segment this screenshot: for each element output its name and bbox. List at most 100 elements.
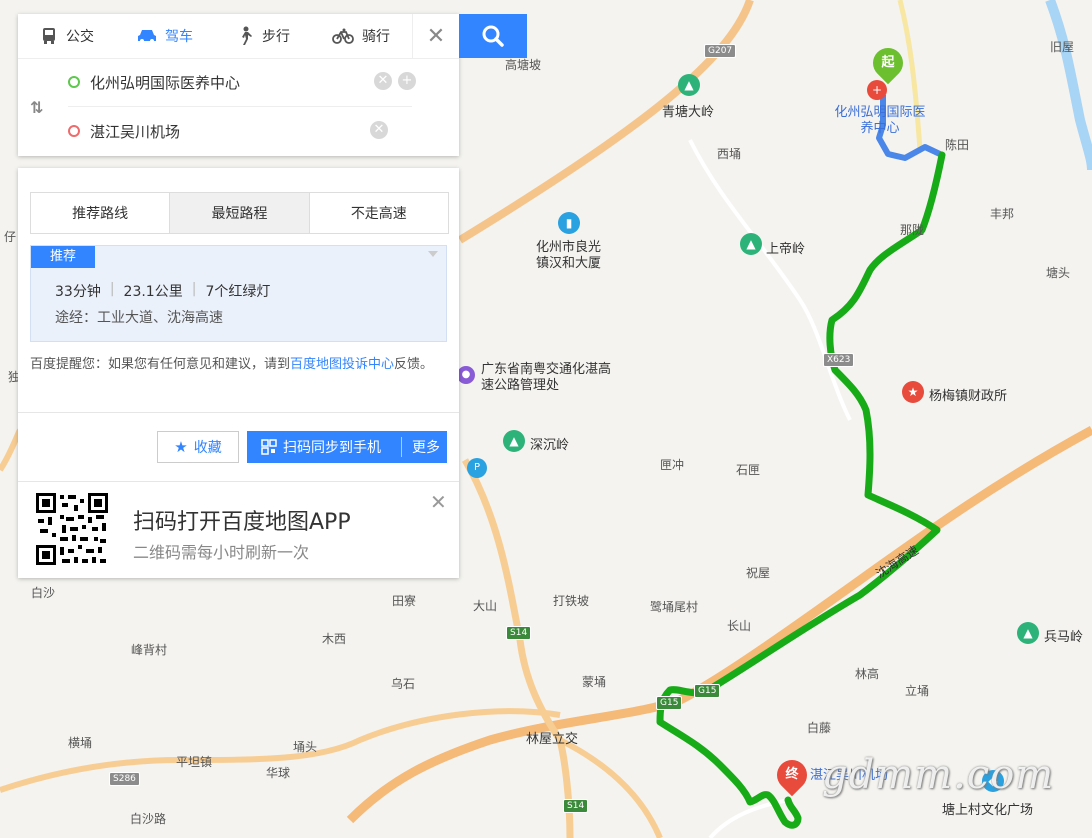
end-value: 湛江吴川机场	[90, 122, 181, 141]
building-icon[interactable]: ▮	[558, 212, 580, 234]
place-label: 深沉岭	[530, 438, 570, 453]
search-button[interactable]	[459, 14, 527, 58]
place-label: 旧屋	[1050, 40, 1075, 54]
place-label: 鹭埇尾村	[650, 600, 699, 614]
start-dot-icon	[68, 76, 80, 88]
place-label: 塘头	[1046, 266, 1071, 280]
tab-no-highway[interactable]: 不走高速	[310, 193, 448, 233]
app-promo-title: 扫码打开百度地图APP	[133, 510, 351, 535]
tab-bike-label: 骑行	[362, 29, 390, 45]
recommended-badge: 推荐	[31, 246, 95, 268]
start-label: 化州弘明国际医养中心	[834, 105, 926, 136]
car-icon	[138, 30, 156, 43]
traffic-lights: 7个红绿灯	[205, 284, 271, 300]
place-label: 那陇	[900, 223, 925, 237]
route-result-panel: 推荐路线 最短路程 不走高速 推荐 33分钟 | 23.1公里 | 7个红绿灯 …	[18, 168, 459, 578]
road-shield: S14	[506, 626, 532, 640]
place-label: 平坦镇	[176, 755, 213, 769]
close-icon[interactable]: ✕	[412, 14, 459, 58]
road-shield: G15	[656, 696, 683, 710]
expand-chevron-icon[interactable]	[428, 251, 438, 257]
start-marker[interactable]: 起	[866, 41, 910, 85]
tab-walk[interactable]: 步行	[214, 26, 312, 46]
tab-bus-label: 公交	[66, 29, 94, 45]
walk-icon	[242, 26, 252, 45]
end-marker[interactable]: 终	[770, 753, 814, 797]
road-shield: G15	[694, 684, 721, 698]
route-summary-card[interactable]: 推荐 33分钟 | 23.1公里 | 7个红绿灯 途经：工业大道、沈海高速	[30, 245, 447, 342]
place-label: 林高	[855, 667, 880, 681]
place-label: 乌石	[391, 677, 416, 691]
divider	[18, 412, 459, 413]
mountain-icon[interactable]: ▲	[678, 74, 700, 96]
place-label: 大山	[473, 599, 498, 613]
place-label: 塘上村文化广场	[942, 803, 1034, 818]
place-label: 仔	[4, 230, 17, 244]
tab-walk-label: 步行	[262, 29, 290, 45]
distance: 23.1公里	[123, 284, 183, 300]
route-options-tabs: 推荐路线 最短路程 不走高速	[30, 192, 449, 234]
place-label: 打铁坡	[553, 594, 590, 608]
watermark: gdmm.com	[822, 752, 1055, 798]
place-label: 立埇	[905, 684, 930, 698]
place-label: 石匣	[736, 463, 761, 477]
tab-bike[interactable]: 骑行	[312, 26, 410, 46]
qr-scan-icon	[261, 439, 277, 455]
mountain-icon[interactable]: ▲	[1017, 622, 1039, 644]
end-dot-icon	[68, 125, 80, 137]
tab-shortest[interactable]: 最短路程	[170, 193, 310, 233]
tab-bus[interactable]: 公交	[18, 26, 116, 46]
place-label: 白沙	[31, 586, 56, 600]
government-icon[interactable]: ★	[902, 381, 924, 403]
tab-drive[interactable]: 驾车	[116, 26, 214, 46]
tab-drive-label: 驾车	[165, 29, 193, 45]
place-label: 木西	[322, 632, 347, 646]
via-roads: 途经：工业大道、沈海高速	[55, 310, 223, 326]
place-label: 西埇	[717, 147, 742, 161]
swap-route-icon[interactable]: ⇅	[30, 98, 43, 117]
star-icon: ★	[174, 438, 188, 456]
road-shield: G207	[704, 44, 737, 58]
tab-recommended[interactable]: 推荐路线	[31, 193, 171, 233]
route-search-panel: 公交 驾车 步行 骑行 ✕ ⇅ 化州弘明国际医养中心 ✕ + 湛江吴川机场 ✕	[18, 14, 459, 156]
place-label: 林屋立交	[526, 732, 579, 747]
complaint-center-link[interactable]: 百度地图投诉中心	[290, 357, 394, 372]
road-shield: S286	[109, 772, 140, 786]
close-promo-icon[interactable]: ✕	[430, 490, 447, 514]
more-button[interactable]: 更多	[402, 437, 440, 457]
sync-to-phone-button[interactable]: 扫码同步到手机 更多	[247, 431, 447, 463]
start-value: 化州弘明国际医养中心	[90, 73, 241, 92]
place-label: 埇头	[293, 740, 318, 754]
clear-start-icon[interactable]: ✕	[374, 72, 392, 90]
bike-icon	[332, 28, 354, 44]
place-label: 匣冲	[660, 458, 685, 472]
place-label: 化州市良光镇汉和大厦	[536, 240, 602, 271]
favorite-button[interactable]: ★ 收藏	[157, 431, 239, 463]
qr-code	[36, 493, 108, 565]
mountain-icon[interactable]: ▲	[503, 430, 525, 452]
road-shield: X623	[823, 353, 855, 367]
start-field[interactable]: 化州弘明国际医养中心 ✕ +	[68, 58, 416, 107]
mountain-icon[interactable]: ▲	[740, 233, 762, 255]
add-waypoint-icon[interactable]: +	[398, 72, 416, 90]
place-label: 祝屋	[746, 566, 771, 580]
office-icon[interactable]: ●	[457, 366, 475, 384]
place-label: 长山	[727, 619, 752, 633]
hospital-icon[interactable]: +	[867, 80, 887, 100]
end-field[interactable]: 湛江吴川机场 ✕	[68, 107, 412, 155]
feedback-notice: 百度提醒您：如果您有任何意见和建议，请到百度地图投诉中心反馈。	[30, 357, 434, 372]
place-label: 华球	[266, 766, 291, 780]
gas-station-icon[interactable]: P	[467, 458, 487, 478]
place-label: 田寮	[392, 594, 417, 608]
search-icon	[482, 25, 504, 47]
place-label: 高塘坡	[505, 58, 542, 72]
duration: 33分钟	[55, 284, 101, 300]
place-label: 丰邦	[990, 207, 1015, 221]
place-label: 上帝岭	[766, 242, 806, 257]
place-label: 兵马岭	[1044, 630, 1084, 645]
route-stats: 33分钟 | 23.1公里 | 7个红绿灯	[55, 281, 271, 300]
place-label: 广东省南粤交通化湛高速公路管理处	[481, 362, 612, 393]
divider	[18, 481, 459, 482]
place-label: 陈田	[945, 138, 970, 152]
clear-end-icon[interactable]: ✕	[370, 121, 388, 139]
